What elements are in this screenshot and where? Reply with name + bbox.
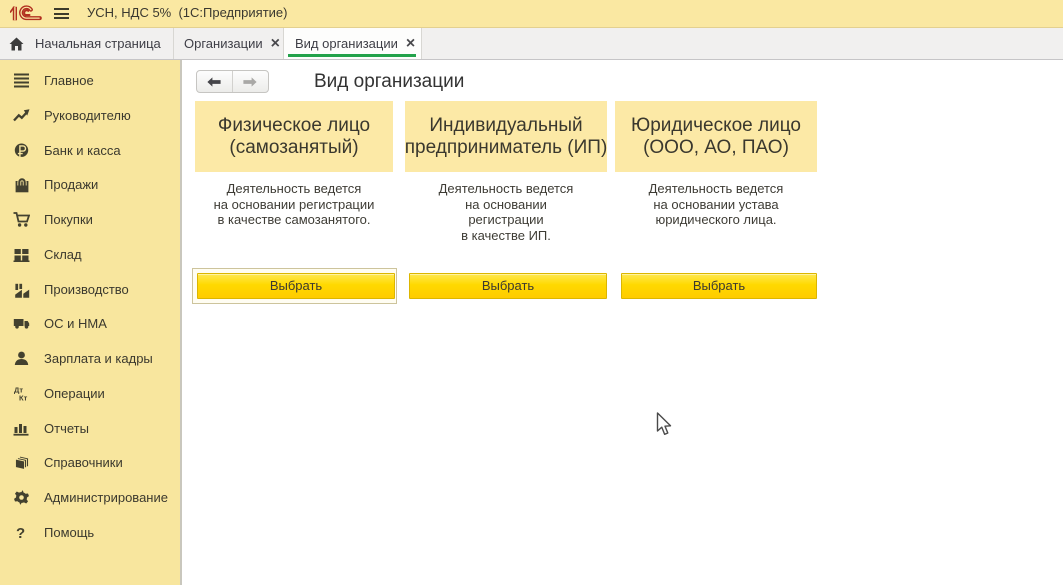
svg-text:?: ? <box>16 525 25 541</box>
svg-text:Кт: Кт <box>19 393 28 402</box>
